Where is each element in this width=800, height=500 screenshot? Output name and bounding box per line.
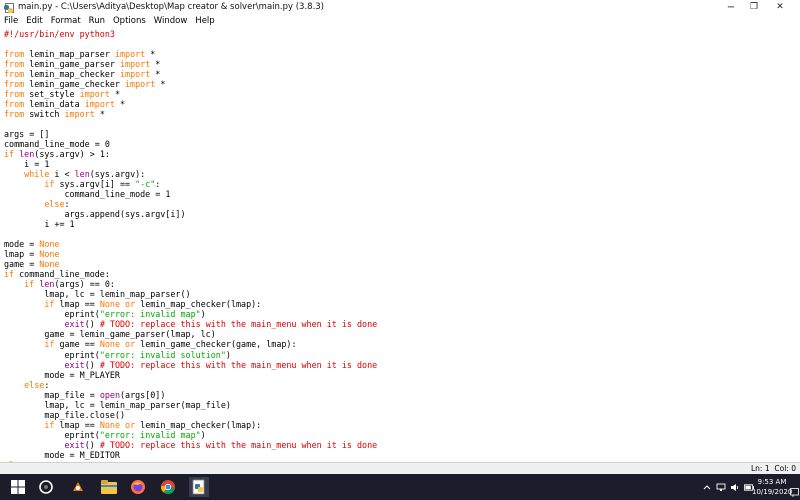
code-line[interactable]: while i < len(sys.argv): [4,169,377,179]
code-line[interactable]: from lemin_data import * [4,99,377,109]
menu-window[interactable]: Window [150,16,192,26]
code-line[interactable]: command_line_mode = 1 [4,189,377,199]
code-line[interactable]: from lemin_map_checker import * [4,69,377,79]
code-line[interactable]: mode = None [4,239,377,249]
code-line[interactable] [4,119,377,129]
cursor-col: Col: 0 [774,464,796,473]
code-line[interactable] [4,39,377,49]
code-line[interactable]: lmap = None [4,249,377,259]
clock-date: 10/19/2020 [752,488,793,496]
clock-time: 9:53 AM [757,478,787,486]
code-line[interactable]: exit() # TODO: replace this with the mai… [4,360,378,370]
chevron-up-icon[interactable] [702,482,712,492]
code-line[interactable]: command_line_mode = 0 [4,139,377,149]
code-line[interactable]: from switch import * [4,109,377,119]
code-line[interactable]: else: [4,199,377,209]
code-line[interactable]: game = lemin_game_parser(lmap, lc) [4,329,377,339]
system-tray [700,474,756,500]
python-idle-icon[interactable] [189,477,209,497]
code-line[interactable]: from lemin_game_parser import * [4,59,377,69]
status-bar: Ln: 1 Col: 0 [0,462,800,474]
code-line[interactable]: if len(args) == 0: [4,279,377,289]
code-line[interactable]: from lemin_map_parser import * [4,49,377,59]
cortana-icon[interactable] [36,477,56,497]
code-line[interactable]: i += 1 [4,219,377,229]
taskbar-clock[interactable]: 9:53 AM 10/19/2020 [752,477,792,497]
code-line[interactable]: lmap, lc = lemin_map_parser(map_file) [4,400,377,410]
code-editor[interactable]: #!/usr/bin/env python3 from lemin_map_pa… [0,27,800,462]
code-line[interactable]: #!/usr/bin/env python3 [4,29,377,39]
window-title: main.py - C:\Users\Aditya\Desktop\Map cr… [18,2,324,12]
code-line[interactable]: args = [] [4,129,377,139]
menu-file[interactable]: File [0,16,22,26]
menu-run[interactable]: Run [85,16,109,26]
code-area[interactable]: #!/usr/bin/env python3 from lemin_map_pa… [4,29,377,462]
code-line[interactable]: exit() # TODO: replace this with the mai… [4,319,378,329]
menu-format[interactable]: Format [47,16,85,26]
code-line[interactable]: if len(sys.argv) > 1: [4,149,377,159]
notification-icon[interactable] [790,482,799,497]
code-line[interactable]: if command_line_mode: [4,269,377,279]
code-line[interactable]: eprint("error: invalid solution") [4,350,377,360]
python-file-icon [3,2,14,13]
menu-bar: File Edit Format Run Options Window Help [0,14,800,27]
code-line[interactable]: if sys.argv[i] == "-c": [4,179,377,189]
close-icon: ✕ [776,2,784,12]
restore-icon: ❐ [749,2,759,12]
menu-help[interactable]: Help [191,16,218,26]
code-line[interactable]: eprint("error: invalid map") [4,430,377,440]
code-line[interactable]: from set_style import * [4,89,377,99]
code-line[interactable] [4,229,377,239]
code-line[interactable]: lmap, lc = lemin_map_parser() [4,289,377,299]
code-line[interactable]: if lmap == None or lemin_map_checker(lma… [4,420,377,430]
code-line[interactable]: mode = M_EDITOR [4,450,377,460]
code-line[interactable]: map_file = open(args[0]) [4,390,377,400]
code-line[interactable]: eprint("error: invalid map") [4,309,377,319]
code-line[interactable]: if game == None or lemin_game_checker(ga… [4,339,377,349]
code-line[interactable]: i = 1 [4,159,377,169]
menu-options[interactable]: Options [109,16,150,26]
windows-start-icon[interactable] [8,477,28,497]
code-line[interactable]: from lemin_game_checker import * [4,79,377,89]
code-line[interactable]: else: [4,380,377,390]
code-line[interactable]: if lmap == None or lemin_map_checker(lma… [4,299,377,309]
cursor-line: Ln: 1 [751,464,770,473]
firefox-icon[interactable] [128,477,148,497]
task-view-icon[interactable] [68,477,88,497]
taskbar: 9:53 AM 10/19/2020 [0,474,800,500]
code-line[interactable]: mode = M_PLAYER [4,370,377,380]
chrome-icon[interactable] [158,477,178,497]
close-button[interactable]: ✕ [760,0,800,14]
network-icon[interactable] [716,482,726,492]
code-line[interactable]: game = None [4,259,377,269]
title-bar[interactable]: main.py - C:\Users\Aditya\Desktop\Map cr… [0,0,800,14]
speaker-icon[interactable] [730,482,740,492]
code-line[interactable]: args.append(sys.argv[i]) [4,209,377,219]
code-line[interactable]: map_file.close() [4,410,377,420]
file-explorer-icon[interactable] [99,477,119,497]
menu-edit[interactable]: Edit [22,16,46,26]
code-line[interactable]: exit() # TODO: replace this with the mai… [4,440,378,450]
